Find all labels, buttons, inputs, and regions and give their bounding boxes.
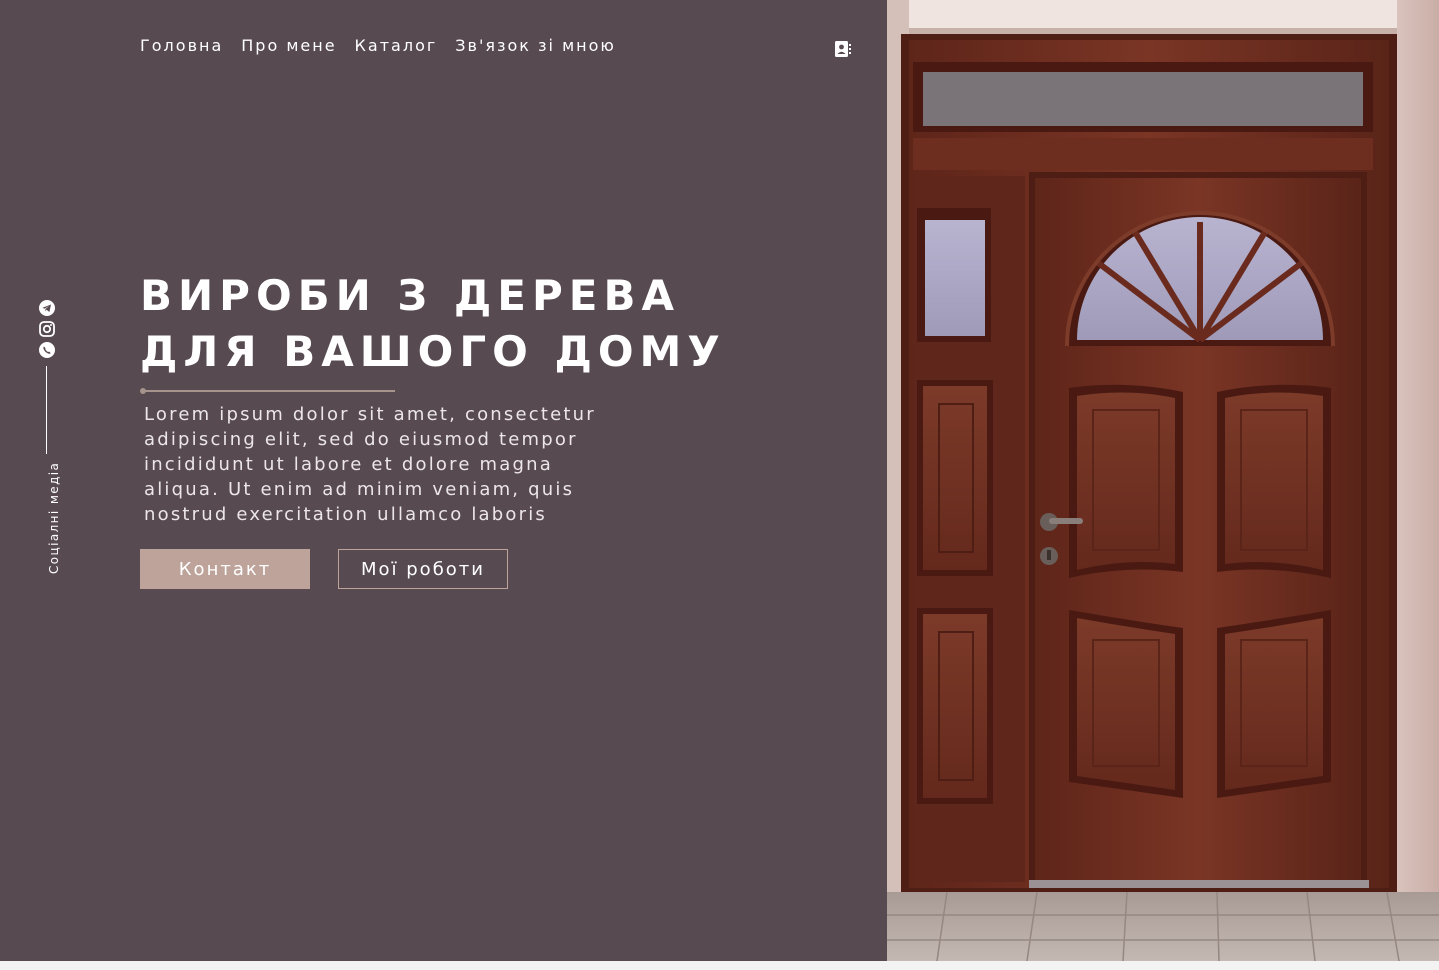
title-underline — [143, 390, 395, 392]
nav-item-contact[interactable]: Зв'язок зі мною — [455, 36, 616, 55]
nav-item-catalog[interactable]: Каталог — [355, 36, 438, 55]
nav-item-about[interactable]: Про мене — [241, 36, 336, 55]
contact-button[interactable]: Контакт — [140, 549, 310, 589]
social-media-bar: Соціалні медіа — [36, 300, 61, 580]
instagram-icon[interactable] — [39, 321, 55, 337]
hero-description: Lorem ipsum dolor sit amet, consectetur … — [144, 404, 596, 525]
nav-item-home[interactable]: Головна — [140, 36, 223, 55]
main-nav: Головна Про мене Каталог Зв'язок зі мною — [140, 36, 616, 55]
wooden-door-photo — [887, 0, 1439, 961]
bottom-strip — [0, 961, 1439, 970]
viber-icon[interactable] — [39, 342, 55, 358]
telegram-icon[interactable] — [39, 300, 55, 316]
my-works-button[interactable]: Мої роботи — [338, 549, 508, 589]
page-title: ВИРОБИ З ДЕРЕВА ДЛЯ ВАШОГО ДОМУ — [140, 271, 726, 376]
contact-book-icon[interactable] — [834, 40, 852, 58]
social-media-label: Соціалні медіа — [47, 461, 61, 574]
social-divider-line — [46, 366, 47, 454]
